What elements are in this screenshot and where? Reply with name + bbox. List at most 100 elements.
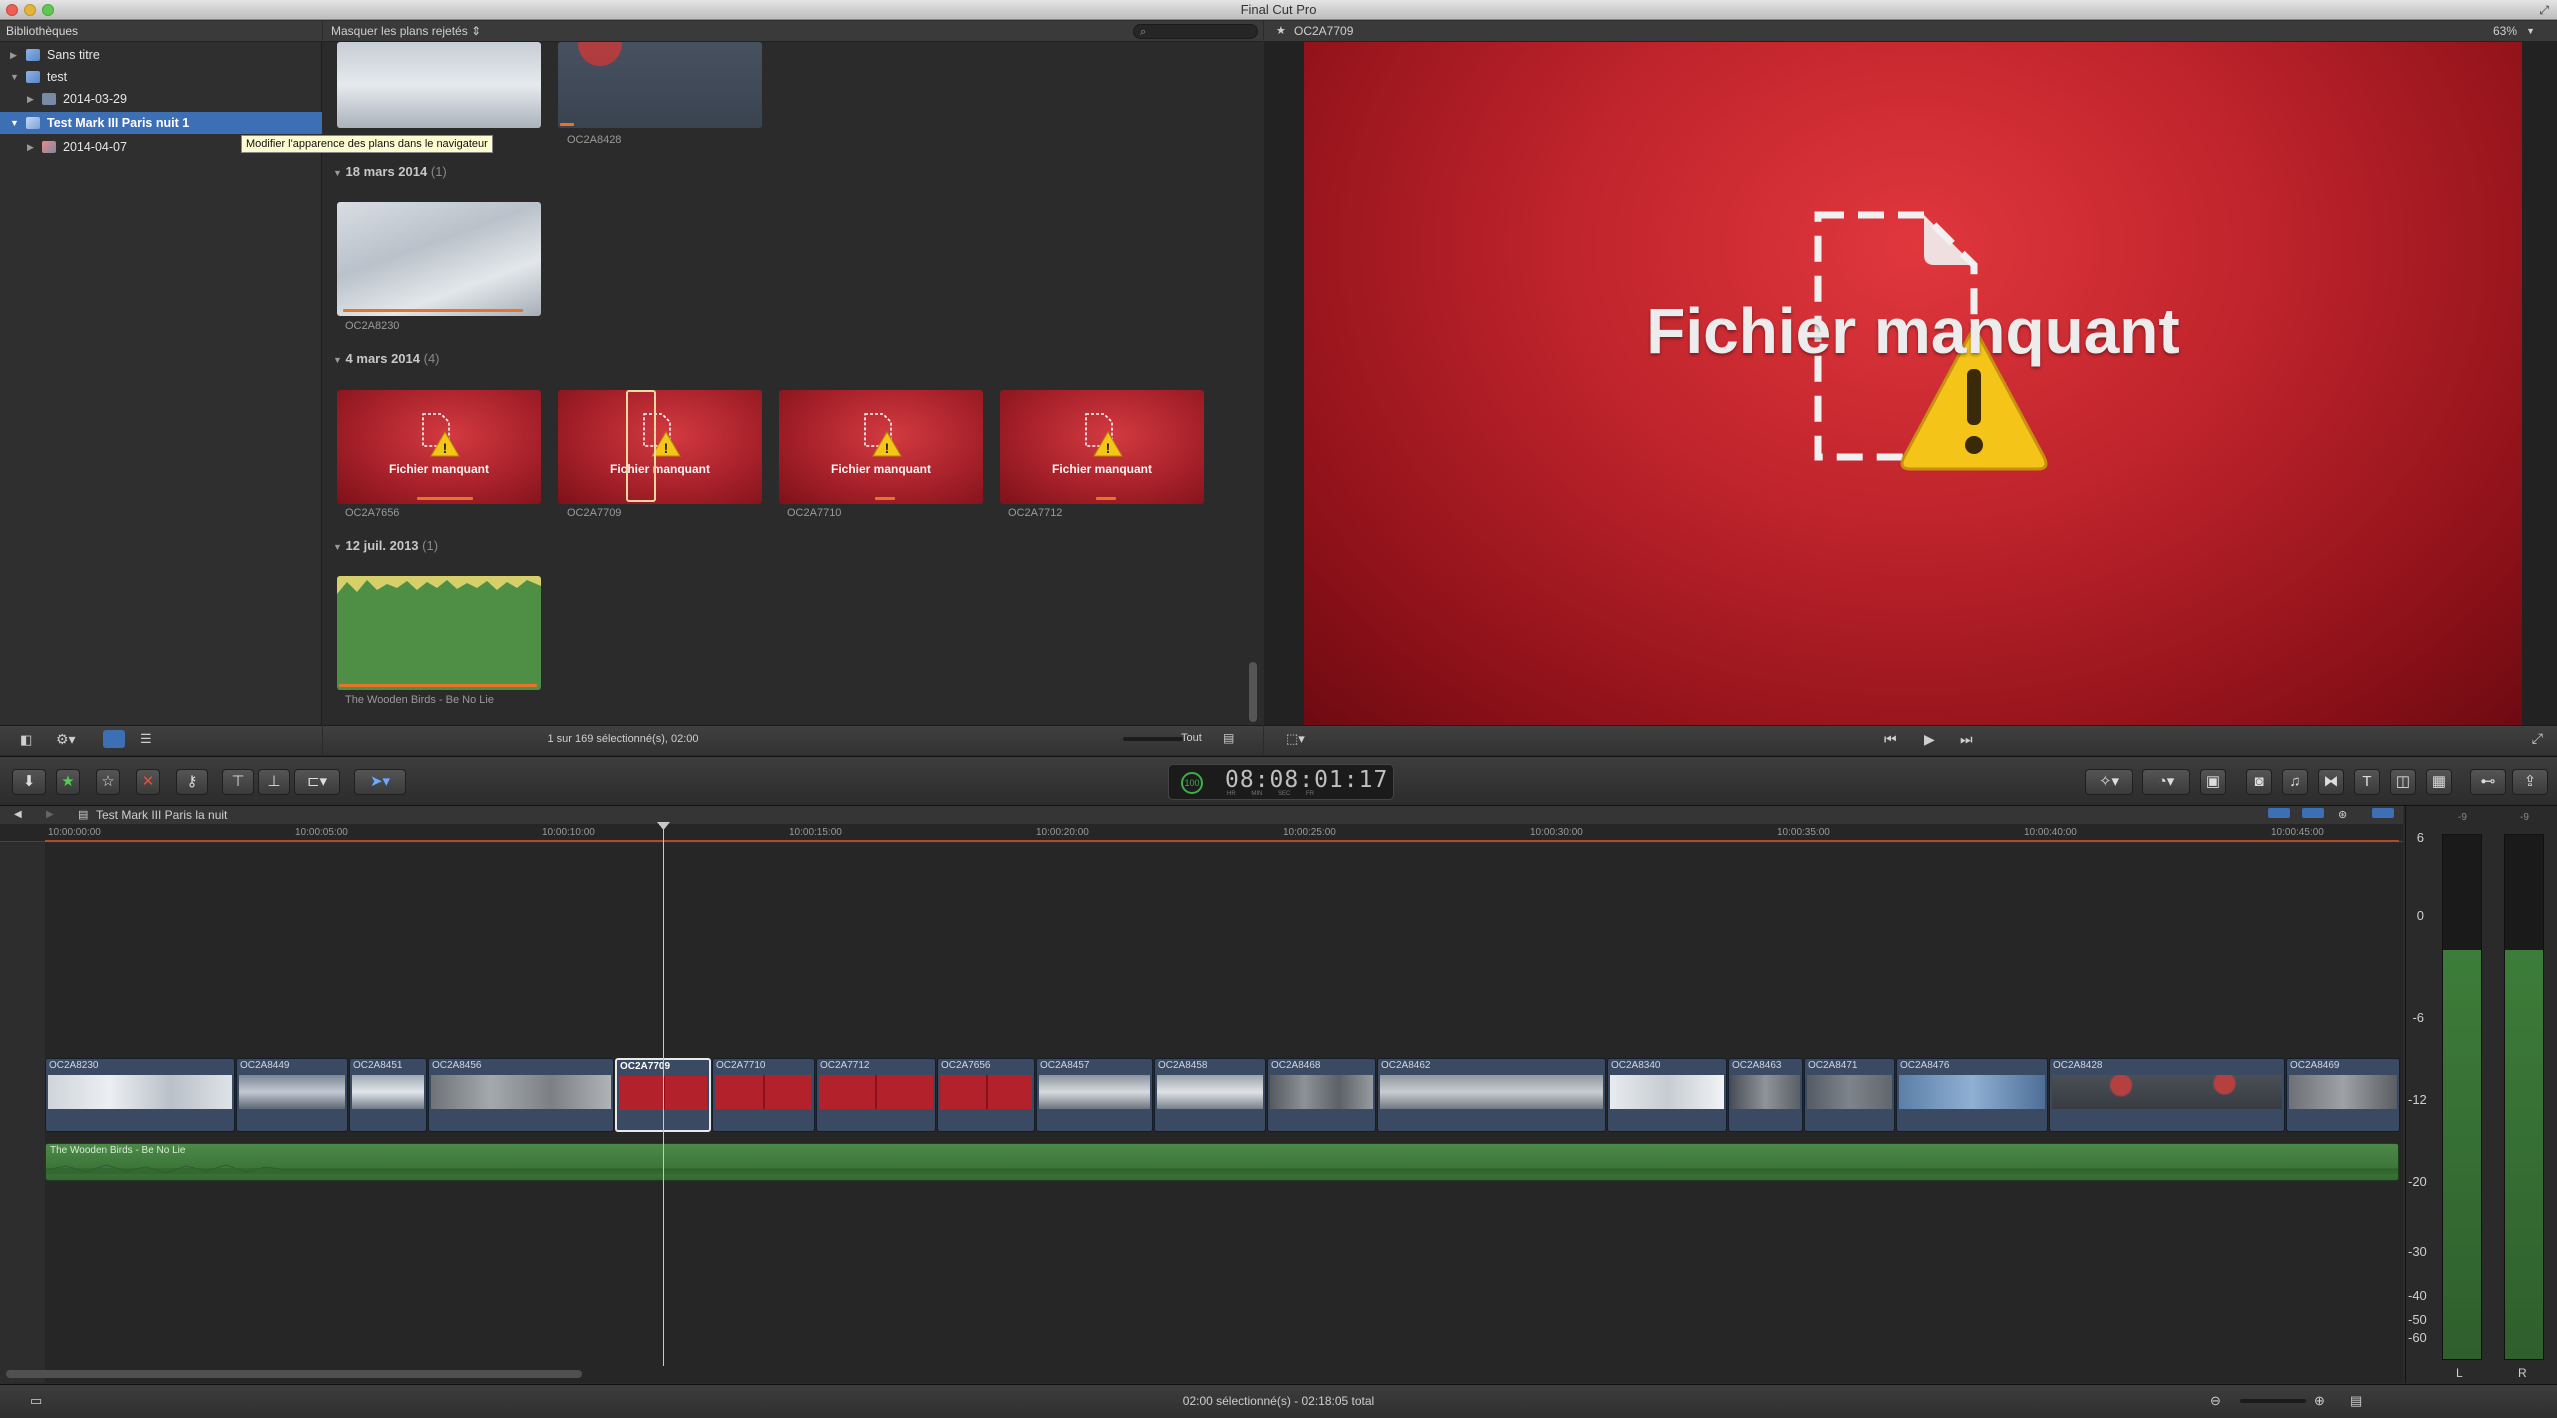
viewer-clip-name: OC2A7709 [1294, 24, 1354, 38]
disclosure-right-icon[interactable]: ▶ [27, 88, 34, 110]
photos-button[interactable]: ◙ [2246, 769, 2272, 795]
unrate-button[interactable]: ☆ [96, 769, 120, 795]
zoom-window-button[interactable] [42, 4, 54, 16]
library-item-sans-titre[interactable]: ▶ Sans titre [0, 44, 322, 66]
clip-appearance-button[interactable] [2268, 808, 2290, 818]
timeline-clip[interactable]: OC2A8462 [1377, 1058, 1606, 1132]
missing-clip-thumbnail[interactable]: ! Fichier manquant [1000, 390, 1204, 504]
forward-arrow-icon[interactable]: ▶ [46, 806, 54, 824]
timeline-clip[interactable]: OC2A8428 [2049, 1058, 2285, 1132]
duration-filter[interactable]: Tout [1181, 732, 1202, 744]
skimming-icon[interactable]: ⊛ [2338, 806, 2347, 824]
event-item-2014-03-29[interactable]: ▶ 2014-03-29 [0, 88, 322, 110]
viewer-zoom[interactable]: 63% [2493, 21, 2517, 42]
library-item-test-mark-iii[interactable]: ▼ Test Mark III Paris nuit 1 [0, 112, 322, 134]
transitions-button[interactable]: ⧓ [2318, 769, 2344, 795]
retime-button[interactable]: ◔▾ [2142, 769, 2190, 795]
list-view-icon[interactable]: ☰ [140, 731, 152, 747]
disclosure-down-icon[interactable]: ▼ [10, 112, 19, 134]
timeline-clip[interactable]: OC2A8463 [1728, 1058, 1803, 1132]
missing-clip-thumbnail[interactable]: ! Fichier manquant [337, 390, 541, 504]
fullscreen-viewer-icon[interactable]: ⤢ [2532, 730, 2543, 747]
titles-button[interactable]: T [2354, 769, 2380, 795]
missing-clip-thumbnail-selected[interactable]: ! Fichier manquant [558, 390, 762, 504]
favorite-button[interactable]: ★ [56, 769, 80, 795]
minimize-window-button[interactable] [24, 4, 36, 16]
timeline-clip[interactable]: OC2A7656 [937, 1058, 1035, 1132]
clip-thumbnail[interactable] [337, 42, 541, 128]
date-group-header[interactable]: ▼ 4 mars 2014 (4) [333, 351, 440, 366]
append-icon: ⊏▾ [306, 773, 328, 790]
music-button[interactable]: ♫ [2282, 769, 2308, 795]
clip-thumbnail[interactable] [558, 42, 762, 128]
playhead[interactable] [657, 822, 670, 1366]
clip-appearance-icon[interactable]: ▤ [1223, 731, 1234, 745]
hide-rejected-popup[interactable]: Masquer les plans rejetés ⇕ [331, 21, 481, 42]
previous-frame-icon[interactable]: ⏮ [1884, 731, 1897, 748]
timeline-zoom-slider[interactable] [2240, 1399, 2306, 1403]
filmstrip-view-button[interactable] [103, 730, 125, 748]
timeline-clip[interactable]: OC2A8451 [349, 1058, 427, 1132]
view-options-icon[interactable]: ⬚▾ [1286, 731, 1305, 747]
timeline-clip[interactable]: OC2A7710 [712, 1058, 815, 1132]
skimmer-selection[interactable] [626, 390, 656, 502]
disclosure-right-icon[interactable]: ▶ [10, 44, 17, 66]
timeline-ruler[interactable]: 10:00:00:00 10:00:05:00 10:00:10:00 10:0… [0, 824, 2403, 842]
browser-scrollbar[interactable] [1249, 662, 1257, 722]
import-button[interactable]: ⬇ [12, 769, 46, 795]
timeline-clip[interactable]: OC2A8457 [1036, 1058, 1153, 1132]
snapping-button[interactable] [2372, 808, 2394, 818]
timeline-clip[interactable]: OC2A7712 [816, 1058, 936, 1132]
date-group-header[interactable]: ▼ 12 juil. 2013 (1) [333, 538, 438, 553]
ruler-label: 10:00:30:00 [1530, 827, 1583, 838]
back-arrow-icon[interactable]: ◀ [14, 806, 22, 824]
timeline-clip[interactable]: OC2A8230 [45, 1058, 235, 1132]
connect-clip-button[interactable]: ⊤ [222, 769, 254, 795]
timeline-clip[interactable]: OC2A8476 [1896, 1058, 2048, 1132]
audio-clip-thumbnail[interactable] [337, 576, 541, 690]
timeline-clip[interactable]: OC2A8471 [1804, 1058, 1895, 1132]
play-icon[interactable]: ▶ [1924, 731, 1935, 748]
timeline-clip[interactable]: OC2A8468 [1267, 1058, 1376, 1132]
clip-thumbnail[interactable] [337, 202, 541, 316]
timeline-clip[interactable]: OC2A8449 [236, 1058, 348, 1132]
timeline-clip[interactable]: OC2A8458 [1154, 1058, 1266, 1132]
timeline-clip[interactable]: OC2A8469 [2286, 1058, 2400, 1132]
browser-search-field[interactable]: ⌕ [1133, 24, 1258, 39]
append-clip-button[interactable]: ⊏▾ [294, 769, 340, 795]
fullscreen-icon[interactable]: ⤢ [2539, 0, 2549, 20]
clip-size-slider[interactable] [1123, 737, 1183, 741]
themes-button[interactable]: ▦ [2426, 769, 2452, 795]
disclosure-right-icon[interactable]: ▶ [27, 136, 34, 158]
timeline-scrollbar[interactable] [6, 1370, 582, 1378]
date-group-header[interactable]: ▼ 18 mars 2014 (1) [333, 164, 447, 179]
keyword-button[interactable]: ⚷ [176, 769, 208, 795]
generators-button[interactable]: ◫ [2390, 769, 2416, 795]
share-button[interactable]: ⇪ [2512, 769, 2548, 795]
audio-view-button[interactable] [2302, 808, 2324, 818]
clip-name: OC2A7712 [1008, 507, 1063, 519]
timeline-clip[interactable]: OC2A8456 [428, 1058, 614, 1132]
dashboard-timecode[interactable]: 100 08:08:01:17 HR MIN SEC FR [1168, 764, 1394, 800]
timeline-index-icon[interactable]: ▭ [30, 1385, 42, 1417]
next-frame-icon[interactable]: ⏭ [1960, 731, 1973, 748]
select-tool-button[interactable]: ➤▾ [354, 769, 406, 795]
zoom-dropdown-icon[interactable]: ▼ [2526, 21, 2535, 42]
disclosure-down-icon[interactable]: ▼ [10, 66, 19, 88]
enhancements-button[interactable]: ✧▾ [2085, 769, 2133, 795]
progress-indicator[interactable]: 100 [1181, 772, 1203, 794]
gear-icon[interactable]: ⚙▾ [56, 731, 76, 748]
sidebar-toggle-icon[interactable]: ◧ [20, 732, 32, 748]
insert-clip-button[interactable]: ⊥ [258, 769, 290, 795]
zoom-in-icon[interactable]: ⊕ [2314, 1385, 2325, 1417]
zoom-out-icon[interactable]: ⊖ [2210, 1385, 2221, 1417]
audio-clip[interactable]: The Wooden Birds - Be No Lie [45, 1143, 2399, 1181]
reject-button[interactable]: ✕ [136, 769, 160, 795]
missing-clip-thumbnail[interactable]: ! Fichier manquant [779, 390, 983, 504]
close-window-button[interactable] [6, 4, 18, 16]
media-browser-button[interactable]: ▣ [2200, 769, 2226, 795]
inspector-button[interactable]: ⊷ [2470, 769, 2506, 795]
timeline-clip[interactable]: OC2A8340 [1607, 1058, 1727, 1132]
clip-appearance-icon[interactable]: ▤ [2350, 1385, 2362, 1417]
library-item-test[interactable]: ▼ test [0, 66, 322, 88]
